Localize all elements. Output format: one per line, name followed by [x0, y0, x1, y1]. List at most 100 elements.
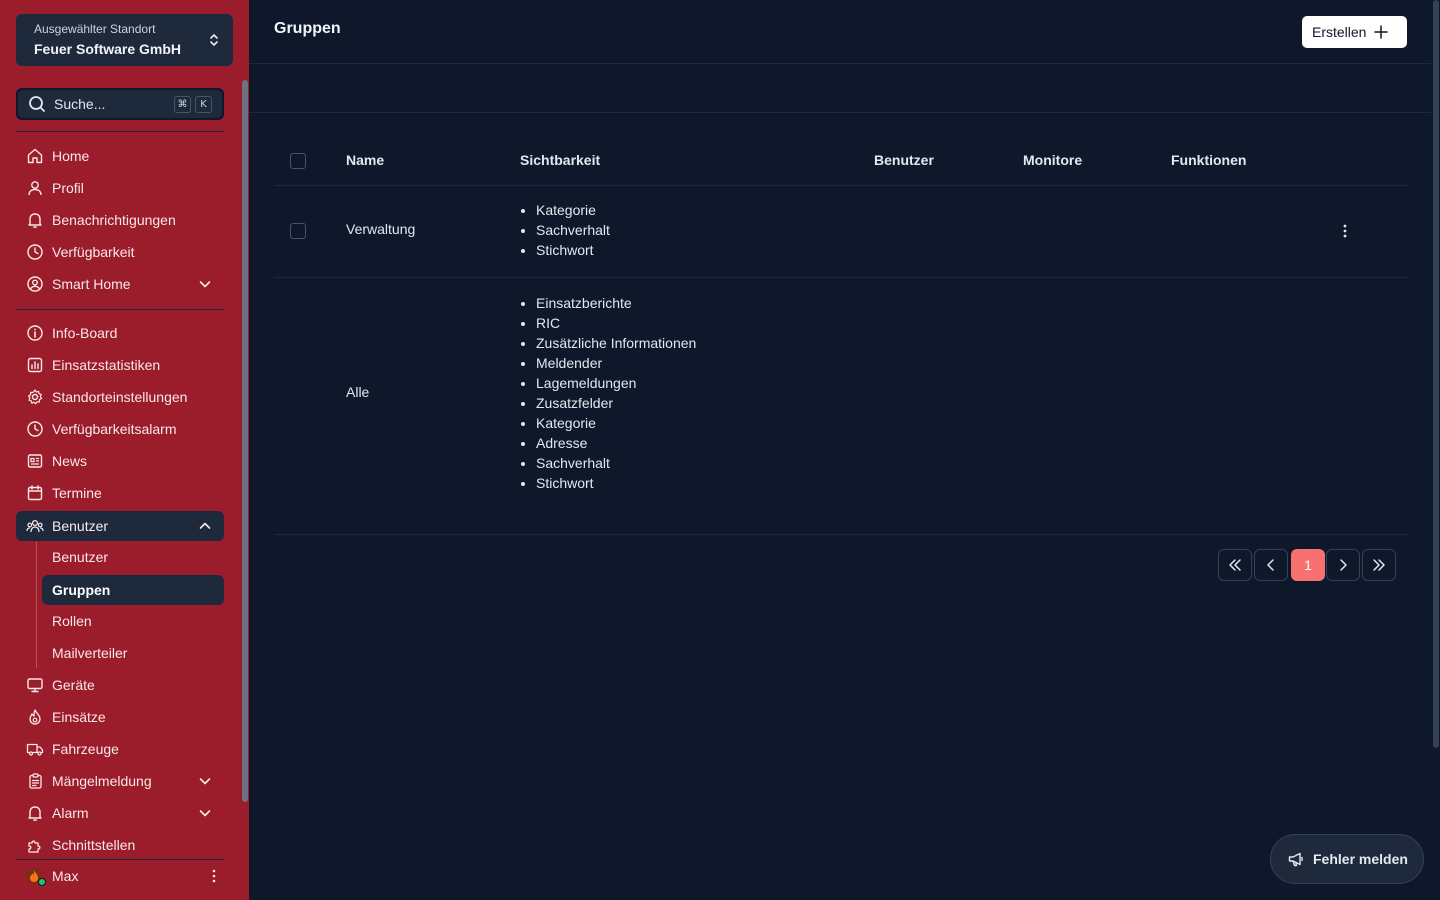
report-bug-button[interactable]: Fehler melden	[1270, 834, 1424, 884]
sidebar-item-geraete[interactable]: Geräte	[16, 670, 224, 700]
sidebar-subitem-gruppen[interactable]: Gruppen	[42, 575, 224, 605]
create-button-label: Erstellen	[1312, 24, 1367, 40]
create-button[interactable]: Erstellen	[1302, 16, 1407, 48]
sidebar-item-verfuegbarkeitsalarm[interactable]: Verfügbarkeitsalarm	[16, 414, 224, 444]
first-page-button[interactable]	[1218, 549, 1252, 581]
list-item: RIC	[536, 313, 696, 333]
page-header: Gruppen Erstellen	[249, 0, 1431, 64]
sidebar-item-label: Alarm	[52, 805, 89, 821]
sidebar-item-label: Einsatzstatistiken	[52, 357, 161, 373]
visibility-list: Einsatzberichte RIC Zusätzliche Informat…	[536, 293, 696, 493]
last-page-button[interactable]	[1362, 549, 1396, 581]
table-row[interactable]: Verwaltung Kategorie Sachverhalt Stichwo…	[274, 186, 1407, 278]
column-header-monitore[interactable]: Monitore	[1023, 152, 1082, 168]
row-actions-button[interactable]	[1335, 221, 1355, 241]
sidebar-divider	[16, 309, 224, 310]
user-menu-button[interactable]	[204, 866, 224, 886]
sidebar-item-label: Schnittstellen	[52, 837, 136, 853]
sidebar-item-label: Termine	[52, 485, 102, 501]
page-title: Gruppen	[274, 20, 341, 37]
sidebar-item-benachrichtigungen[interactable]: Benachrichtigungen	[16, 205, 224, 235]
column-header-benutzer[interactable]: Benutzer	[874, 152, 934, 168]
shortcut-key: K	[195, 95, 212, 113]
monitor-icon	[26, 676, 44, 694]
sidebar-item-fahrzeuge[interactable]: Fahrzeuge	[16, 734, 224, 764]
sidebar-item-news[interactable]: News	[16, 446, 224, 476]
search-icon	[29, 96, 45, 112]
sidebar-item-smart-home[interactable]: Smart Home	[16, 269, 224, 299]
fire-icon	[26, 708, 44, 726]
sidebar-item-schnittstellen[interactable]: Schnittstellen	[16, 830, 224, 860]
chevron-down-icon	[199, 778, 211, 785]
user-icon	[26, 179, 44, 197]
list-item: Sachverhalt	[536, 453, 696, 473]
chevrons-right-icon	[1373, 559, 1385, 571]
sidebar-item-verfuegbarkeit[interactable]: Verfügbarkeit	[16, 237, 224, 267]
gear-icon	[26, 388, 44, 406]
sidebar-item-einsatzstatistiken[interactable]: Einsatzstatistiken	[16, 350, 224, 380]
column-header-funktionen[interactable]: Funktionen	[1171, 152, 1246, 168]
sidebar-scrollbar-thumb[interactable]	[242, 80, 248, 802]
group-name: Alle	[346, 384, 370, 400]
select-all-checkbox[interactable]	[290, 153, 306, 169]
previous-page-button[interactable]	[1254, 549, 1288, 581]
next-page-button[interactable]	[1326, 549, 1360, 581]
user-profile-row[interactable]: Max	[16, 860, 224, 892]
list-item: Sachverhalt	[536, 220, 610, 240]
list-item: Stichwort	[536, 240, 610, 260]
sidebar-subitem-rollen[interactable]: Rollen	[42, 606, 224, 636]
info-icon	[26, 324, 44, 342]
list-item: Kategorie	[536, 200, 610, 220]
user-circle-icon	[26, 275, 44, 293]
column-header-sichtbarkeit[interactable]: Sichtbarkeit	[520, 152, 600, 168]
sidebar-subitem-benutzer[interactable]: Benutzer	[42, 542, 224, 572]
sidebar-item-termine[interactable]: Termine	[16, 478, 224, 508]
megaphone-icon	[1288, 852, 1303, 867]
sidebar-item-label: Benutzer	[52, 518, 109, 534]
row-checkbox[interactable]	[290, 223, 306, 239]
sidebar-item-label: Info-Board	[52, 325, 118, 341]
submenu-guide-line	[36, 542, 37, 668]
toolbar-area	[249, 64, 1431, 113]
sidebar-item-label: Verfügbarkeit	[52, 244, 135, 260]
bell-icon	[26, 211, 44, 229]
avatar	[26, 868, 46, 886]
truck-icon	[26, 740, 44, 758]
list-item: Meldender	[536, 353, 696, 373]
chart-bar-icon	[26, 356, 44, 374]
main-scrollbar-thumb[interactable]	[1433, 0, 1439, 748]
sidebar-item-label: Standorteinstellungen	[52, 389, 188, 405]
table-row[interactable]: Alle Einsatzberichte RIC Zusätzliche Inf…	[274, 278, 1407, 535]
sidebar-item-maengelmeldung[interactable]: Mängelmeldung	[16, 766, 224, 796]
users-icon	[26, 517, 44, 535]
list-item: Zusatzfelder	[536, 393, 696, 413]
location-label: Ausgewählter Standort	[34, 22, 156, 36]
puzzle-icon	[26, 836, 44, 854]
sidebar-item-label: Profil	[52, 180, 84, 196]
dots-vertical-icon	[212, 869, 216, 883]
sidebar-subitem-mailverteiler[interactable]: Mailverteiler	[42, 638, 224, 668]
column-header-name[interactable]: Name	[346, 152, 384, 168]
online-status-dot	[38, 878, 46, 886]
sidebar-item-info-board[interactable]: Info-Board	[16, 318, 224, 348]
sidebar-item-profil[interactable]: Profil	[16, 173, 224, 203]
sidebar-item-alarm[interactable]: Alarm	[16, 798, 224, 828]
sidebar-item-benutzer[interactable]: Benutzer	[16, 511, 224, 541]
location-selector[interactable]: Ausgewählter Standort Feuer Software Gmb…	[16, 14, 233, 66]
bell-icon	[26, 804, 44, 822]
chevron-up-down-icon	[210, 34, 218, 46]
sidebar-item-home[interactable]: Home	[16, 141, 224, 171]
sidebar-item-standorteinstellungen[interactable]: Standorteinstellungen	[16, 382, 224, 412]
home-icon	[26, 147, 44, 165]
search-input[interactable]: Suche... ⌘ K	[16, 88, 224, 120]
sidebar-item-einsaetze[interactable]: Einsätze	[16, 702, 224, 732]
sidebar-item-label: Verfügbarkeitsalarm	[52, 421, 177, 437]
page-button-current[interactable]: 1	[1291, 549, 1325, 581]
sidebar-item-label: Smart Home	[52, 276, 131, 292]
sidebar-item-label: Mängelmeldung	[52, 773, 152, 789]
list-item: Zusätzliche Informationen	[536, 333, 696, 353]
chevron-up-icon	[199, 522, 211, 529]
group-name: Verwaltung	[346, 221, 416, 237]
sidebar-item-label: Geräte	[52, 677, 95, 693]
list-item: Kategorie	[536, 413, 696, 433]
